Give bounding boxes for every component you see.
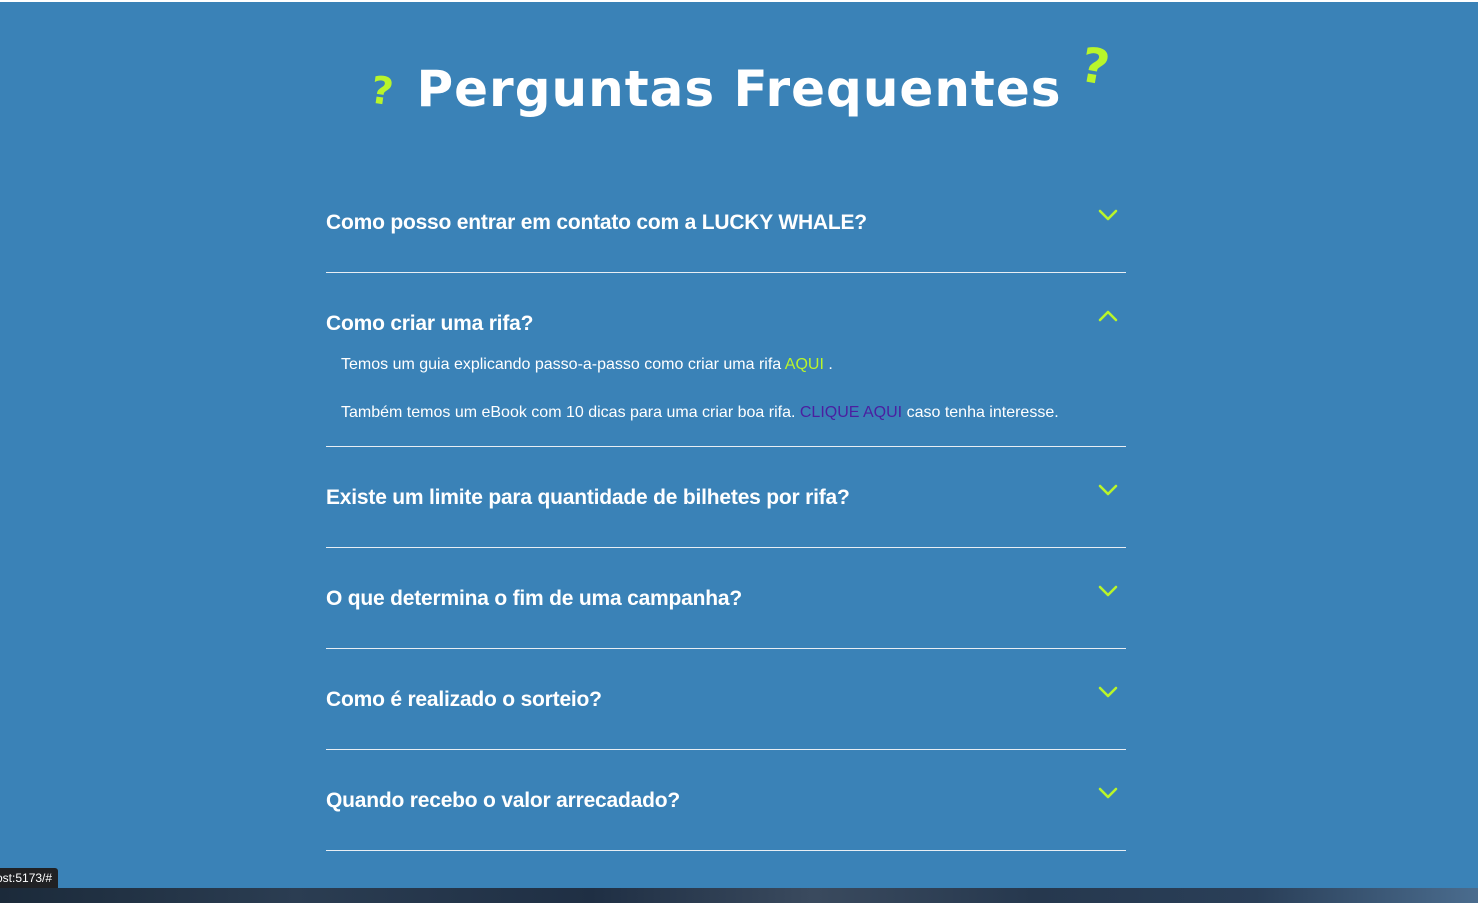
answer-text: Temos um guia explicando passo-a-passo c… xyxy=(341,356,782,373)
faq-item-draw[interactable]: Como é realizado o sorteio? xyxy=(326,649,1126,750)
ebook-link[interactable]: CLIQUE AQUI xyxy=(800,404,902,421)
faq-question[interactable]: Como posso entrar em contato com a LUCKY… xyxy=(326,209,867,237)
status-bar-url-text: ost:5173/# xyxy=(0,871,53,885)
faq-item-payout[interactable]: Quando recebo o valor arrecadado? xyxy=(326,750,1126,851)
faq-question[interactable]: Existe um limite para quantidade de bilh… xyxy=(326,484,850,512)
faq-answer-line-1: Temos um guia explicando passo-a-passo c… xyxy=(341,354,833,376)
status-bar-url: ost:5173/# xyxy=(0,868,59,888)
answer-text-end: . xyxy=(828,356,833,373)
answer-text: Também temos um eBook com 10 dicas para … xyxy=(341,404,796,421)
chevron-up-icon[interactable] xyxy=(1098,309,1118,323)
answer-text-end: caso tenha interesse. xyxy=(906,404,1059,421)
chevron-down-icon[interactable] xyxy=(1098,685,1118,699)
faq-item-campaign-end[interactable]: O que determina o fim de uma campanha? xyxy=(326,548,1126,649)
faq-question[interactable]: Como criar uma rifa? xyxy=(326,310,533,338)
question-mark-left-icon: ? xyxy=(367,67,397,115)
guide-link[interactable]: AQUI xyxy=(785,356,824,373)
faq-answer-line-2: Também temos um eBook com 10 dicas para … xyxy=(341,402,1059,424)
faq-header: ? Perguntas Frequentes ? xyxy=(0,37,1478,128)
faq-list: Como posso entrar em contato com a LUCKY… xyxy=(326,172,1126,851)
faq-question[interactable]: O que determina o fim de uma campanha? xyxy=(326,585,742,613)
page-title: ? Perguntas Frequentes ? xyxy=(368,37,1115,128)
bottom-image-strip xyxy=(0,888,1478,903)
chevron-down-icon[interactable] xyxy=(1098,208,1118,222)
question-mark-right-icon: ? xyxy=(1076,36,1115,98)
faq-item-create-raffle[interactable]: Como criar uma rifa? Temos um guia expli… xyxy=(326,273,1126,447)
faq-page: ? Perguntas Frequentes ? Como posso entr… xyxy=(0,0,1478,903)
faq-question[interactable]: Como é realizado o sorteio? xyxy=(326,686,602,714)
chevron-down-icon[interactable] xyxy=(1098,786,1118,800)
chevron-down-icon[interactable] xyxy=(1098,584,1118,598)
page-title-text: Perguntas Frequentes xyxy=(416,60,1062,118)
faq-question[interactable]: Quando recebo o valor arrecadado? xyxy=(326,787,680,815)
faq-item-ticket-limit[interactable]: Existe um limite para quantidade de bilh… xyxy=(326,447,1126,548)
faq-item-contact[interactable]: Como posso entrar em contato com a LUCKY… xyxy=(326,172,1126,273)
top-border xyxy=(0,0,1478,2)
chevron-down-icon[interactable] xyxy=(1098,483,1118,497)
